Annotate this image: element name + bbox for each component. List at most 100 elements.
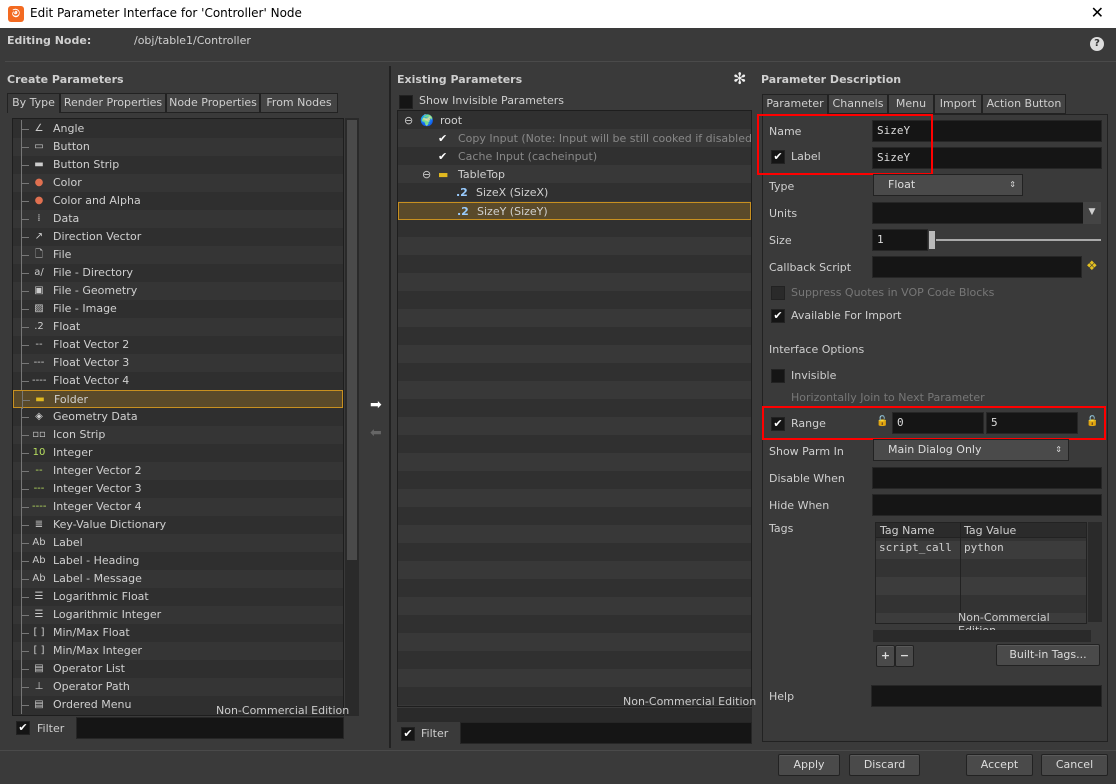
list-item[interactable]: ▣ File - Geometry [13, 282, 343, 300]
list-item[interactable]: .2 Float [13, 318, 343, 336]
list-item[interactable]: ▨ File - Image [13, 300, 343, 318]
close-button[interactable]: ✕ [1091, 3, 1104, 22]
list-item[interactable]: Ab Label - Heading [13, 552, 343, 570]
param-type-icon: 10 [32, 447, 46, 458]
tags-hscrollbar[interactable] [873, 630, 1091, 642]
tab-channels[interactable]: Channels [828, 94, 888, 114]
invisible-checkbox[interactable] [771, 369, 785, 383]
suppress-checkbox[interactable] [771, 286, 785, 300]
horizontal-scrollbar[interactable] [397, 708, 752, 722]
tag-name-cell[interactable]: script_call [879, 539, 952, 557]
list-item[interactable]: ▬ Button Strip [13, 156, 343, 174]
list-item[interactable]: 🗋 File [13, 246, 343, 264]
list-item[interactable]: ⊥ Operator Path [13, 678, 343, 696]
tab-action-button[interactable]: Action Button [982, 94, 1066, 114]
tag-value-header[interactable]: Tag Value [964, 524, 1016, 537]
list-item[interactable]: ∠ Angle [13, 120, 343, 138]
list-item[interactable]: -- Float Vector 2 [13, 336, 343, 354]
list-item[interactable]: ☰ Logarithmic Float [13, 588, 343, 606]
collapse-icon[interactable]: ⊖ [422, 166, 431, 184]
hide-when-field[interactable] [872, 494, 1102, 516]
param-type-icon: [ ] [33, 645, 45, 656]
list-item[interactable]: a/File - Directory [13, 264, 343, 282]
tab-node-properties[interactable]: Node Properties [166, 93, 260, 113]
list-item[interactable]: ● Color [13, 174, 343, 192]
tree-item[interactable]: .2 SizeX (SizeX) [398, 184, 751, 202]
filter-input[interactable] [76, 717, 344, 739]
table-row[interactable]: script_call python [876, 539, 1086, 557]
remove-tag-button[interactable]: − [895, 645, 914, 667]
param-type-icon: ▣ [34, 285, 44, 296]
tree-filter-input[interactable] [460, 722, 752, 744]
list-scrollbar[interactable] [345, 118, 359, 716]
tree-item[interactable]: .2 SizeY (SizeY) [398, 202, 751, 220]
units-field[interactable] [872, 202, 1084, 224]
param-type-icon: ▨ [34, 303, 44, 314]
parameter-description-title: Parameter Description [761, 73, 902, 86]
filter-checkbox[interactable]: ✔ [16, 721, 30, 735]
list-item[interactable]: ● Color and Alpha [13, 192, 343, 210]
tags-scrollbar[interactable] [1088, 522, 1102, 622]
tab-render-properties[interactable]: Render Properties [60, 93, 166, 113]
apply-button[interactable]: Apply [778, 754, 840, 776]
list-item[interactable]: ---- Integer Vector 4 [13, 498, 343, 516]
help-field[interactable] [871, 685, 1102, 707]
tag-name-header[interactable]: Tag Name [880, 524, 935, 537]
list-item-label: Angle [53, 122, 85, 135]
cancel-button[interactable]: Cancel [1041, 754, 1108, 776]
list-item[interactable]: ▭ Button [13, 138, 343, 156]
tab-menu[interactable]: Menu [888, 94, 934, 114]
list-item[interactable]: --- Float Vector 3 [13, 354, 343, 372]
list-item[interactable]: [ ] Min/Max Float [13, 624, 343, 642]
gear-icon[interactable]: ✻ [733, 69, 746, 88]
help-icon[interactable]: ? [1090, 37, 1104, 51]
tab-by-type[interactable]: By Type [7, 93, 60, 113]
collapse-icon[interactable]: ⊖ [404, 112, 413, 130]
tree-item[interactable]: ✔ Cache Input (cacheinput) [398, 148, 751, 166]
list-item-label: Key-Value Dictionary [53, 518, 167, 531]
list-item[interactable]: ▬ Folder [13, 390, 343, 409]
list-item[interactable]: ▫▫ Icon Strip [13, 426, 343, 444]
tag-value-cell[interactable]: python [964, 539, 1004, 557]
list-item[interactable]: 10 Integer [13, 444, 343, 462]
add-tag-button[interactable]: + [876, 645, 895, 667]
tab-from-nodes[interactable]: From Nodes [260, 93, 338, 113]
show-parm-menu[interactable]: Main Dialog Only ⇕ [873, 439, 1069, 461]
list-item[interactable]: ⁞ Data [13, 210, 343, 228]
tree-item[interactable]: ⊖ 🌍 root [398, 112, 751, 130]
list-item[interactable]: Ab Label - Message [13, 570, 343, 588]
list-item[interactable]: ☰ Logarithmic Integer [13, 606, 343, 624]
callback-field[interactable] [872, 256, 1082, 278]
tree-filter-checkbox[interactable]: ✔ [401, 727, 415, 741]
tab-parameter[interactable]: Parameter [762, 94, 828, 114]
tree-item[interactable]: ✔ Copy Input (Note: Input will be still c… [398, 130, 751, 148]
discard-button[interactable]: Discard [849, 754, 920, 776]
list-item[interactable]: [ ] Min/Max Integer [13, 642, 343, 660]
accept-button[interactable]: Accept [966, 754, 1033, 776]
disable-when-field[interactable] [872, 467, 1102, 489]
add-arrow-button[interactable]: ➡ [370, 397, 382, 413]
list-item[interactable]: ↗ Direction Vector [13, 228, 343, 246]
tree-line [21, 327, 29, 328]
list-item[interactable]: ▤ Operator List [13, 660, 343, 678]
remove-arrow-button[interactable]: ⬅ [370, 425, 382, 441]
tree-item[interactable]: ⊖ ▬ TableTop [398, 166, 751, 184]
list-item[interactable]: -- Integer Vector 2 [13, 462, 343, 480]
list-item[interactable]: ≣ Key-Value Dictionary [13, 516, 343, 534]
list-item-label: Label - Heading [53, 554, 140, 567]
scroll-thumb[interactable] [347, 120, 357, 560]
tab-import[interactable]: Import [934, 94, 982, 114]
available-import-checkbox[interactable]: ✔ [771, 309, 785, 323]
list-item[interactable]: ◈ Geometry Data [13, 408, 343, 426]
list-item[interactable]: ---- Float Vector 4 [13, 372, 343, 390]
size-slider[interactable] [936, 239, 1101, 241]
units-dropdown-icon[interactable]: ▼ [1083, 202, 1101, 224]
list-item[interactable]: --- Integer Vector 3 [13, 480, 343, 498]
python-icon[interactable]: ❖ [1086, 259, 1098, 274]
size-slider-handle[interactable] [929, 231, 935, 249]
show-invisible-checkbox[interactable] [399, 95, 413, 109]
type-menu[interactable]: Float ⇕ [873, 174, 1023, 196]
builtin-tags-button[interactable]: Built-in Tags... [996, 644, 1100, 666]
list-item[interactable]: Ab Label [13, 534, 343, 552]
size-field[interactable]: 1 [872, 229, 928, 251]
